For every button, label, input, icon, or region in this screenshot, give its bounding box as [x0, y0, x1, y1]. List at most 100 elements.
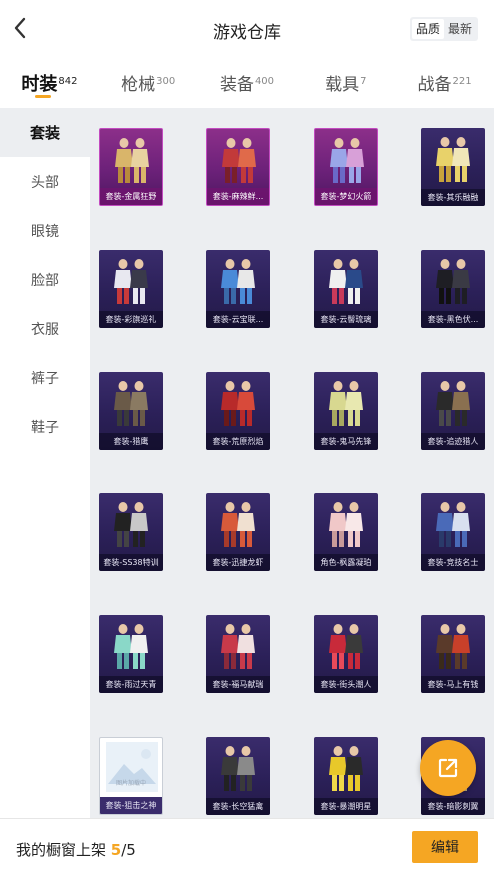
item-caption: 套装-金属狂野 [100, 188, 162, 205]
sort-quality-option[interactable]: 品质 [411, 19, 444, 39]
tab-label: 载具 [325, 75, 360, 95]
tab-label: 战备 [417, 75, 452, 95]
item-caption: 套装-猎鹰 [99, 433, 163, 450]
edit-button[interactable]: 编辑 [412, 831, 478, 863]
outfit-figure-icon [436, 381, 470, 426]
outfit-figure-icon [330, 138, 364, 183]
item-caption: 套装-福马献瑞 [206, 676, 270, 693]
tab-count: 400 [254, 75, 275, 87]
item-card[interactable]: 套装-街头潮人 [314, 615, 378, 693]
item-card[interactable]: 套装-彩旗巡礼 [99, 250, 163, 328]
outfit-figure-icon [436, 137, 470, 182]
tab-label: 枪械 [121, 75, 156, 95]
outfit-figure-icon [221, 381, 255, 426]
shelf-label: 我的橱窗上架 [16, 841, 107, 859]
tab-active-indicator [35, 95, 52, 98]
sidebar-item-shoes[interactable]: 鞋子 [0, 402, 90, 451]
item-caption: 套装-鬼马先锋 [314, 433, 378, 450]
item-caption: 套装-荒原烈焰 [206, 433, 270, 450]
share-external-icon [438, 758, 458, 778]
shelf-total-count: 5 [126, 841, 136, 859]
shelf-status: 我的橱窗上架 5/5 [16, 839, 136, 860]
item-card[interactable]: 套装-黑色伏... [421, 250, 485, 328]
item-caption: 套装-其乐融融 [421, 189, 485, 206]
outfit-figure-icon [436, 624, 470, 669]
item-caption: 套装-梦幻火箭 [315, 188, 377, 205]
placeholder-text: 图片加载中 [115, 780, 146, 787]
outfit-figure-icon [221, 624, 255, 669]
item-card[interactable]: 套装-鬼马先锋 [314, 372, 378, 450]
outfit-figure-icon [221, 259, 255, 304]
tab-supplies[interactable]: 战备221 [395, 62, 494, 106]
item-caption: 套装-云宝联... [206, 311, 270, 328]
share-button[interactable] [420, 740, 476, 796]
tab-label: 时装 [21, 74, 58, 95]
sidebar-item-glasses[interactable]: 眼镜 [0, 206, 90, 255]
outfit-figure-icon [114, 259, 148, 304]
tab-equipment[interactable]: 装备400 [198, 62, 297, 106]
outfit-figure-icon [436, 502, 470, 547]
sidebar-item-head[interactable]: 头部 [0, 157, 90, 206]
item-card[interactable]: 图片加载中 套装-狙击之神 [99, 737, 163, 815]
item-caption: 套装-彩旗巡礼 [99, 311, 163, 328]
sidebar: 套装 头部 眼镜 脸部 衣服 裤子 鞋子 [0, 108, 90, 818]
outfit-figure-icon [114, 624, 148, 669]
tab-count: 842 [58, 75, 78, 87]
outfit-figure-icon [221, 746, 255, 791]
item-card[interactable]: 套装-马上有钱 [421, 615, 485, 693]
item-caption: 套装-SS38特训 [99, 554, 163, 571]
item-card[interactable]: 套装-云髻琉璃 [314, 250, 378, 328]
outfit-figure-icon [221, 502, 255, 547]
bottom-bar: 我的橱窗上架 5/5 编辑 [0, 818, 494, 875]
item-card[interactable]: 套装-其乐融融 [421, 128, 485, 206]
item-caption: 套装-迅捷龙虾 [206, 554, 270, 571]
item-caption: 套装-追迹猎人 [421, 433, 485, 450]
category-tabs: 时装842 枪械300 装备400 载具7 战备221 [0, 62, 494, 106]
item-card[interactable]: 套装-金属狂野 [99, 128, 163, 206]
sidebar-item-clothes[interactable]: 衣服 [0, 304, 90, 353]
item-caption: 套装-雨过天青 [99, 676, 163, 693]
outfit-figure-icon [436, 259, 470, 304]
outfit-figure-icon [222, 138, 256, 183]
item-card[interactable]: 角色-枫露凝珀 [314, 493, 378, 571]
sort-newest-option[interactable]: 最新 [444, 19, 476, 39]
item-caption: 套装-街头潮人 [314, 676, 378, 693]
item-caption: 套装-马上有钱 [421, 676, 485, 693]
top-header: 游戏仓库 品质 最新 [0, 0, 494, 58]
item-card[interactable]: 套装-竞技名士 [421, 493, 485, 571]
outfit-figure-icon [114, 381, 148, 426]
item-card[interactable]: 套装-追迹猎人 [421, 372, 485, 450]
item-card[interactable]: 套装-荒原烈焰 [206, 372, 270, 450]
item-card[interactable]: 套装-暴潮明星 [314, 737, 378, 815]
sidebar-item-face[interactable]: 脸部 [0, 255, 90, 304]
item-caption: 套装-麻辣鲜... [207, 188, 269, 205]
tab-label: 装备 [219, 75, 254, 95]
tab-count: 300 [156, 75, 176, 87]
outfit-figure-icon [329, 746, 363, 791]
tab-count: 221 [452, 75, 472, 87]
tab-vehicles[interactable]: 载具7 [296, 62, 395, 106]
outfit-figure-icon [329, 624, 363, 669]
item-card[interactable]: 套装-麻辣鲜... [206, 128, 270, 206]
item-card[interactable]: 套装-云宝联... [206, 250, 270, 328]
item-caption: 套装-暗影刺翼 [421, 798, 485, 815]
outfit-figure-icon [329, 502, 363, 547]
item-card[interactable]: 套装-长空猛禽 [206, 737, 270, 815]
sidebar-item-suits[interactable]: 套装 [0, 108, 90, 157]
item-card[interactable]: 套装-猎鹰 [99, 372, 163, 450]
item-card[interactable]: 套装-雨过天青 [99, 615, 163, 693]
item-caption: 角色-枫露凝珀 [314, 554, 378, 571]
item-card[interactable]: 套装-SS38特训 [99, 493, 163, 571]
sidebar-item-pants[interactable]: 裤子 [0, 353, 90, 402]
tab-count: 7 [360, 75, 367, 87]
tab-guns[interactable]: 枪械300 [99, 62, 198, 106]
item-card[interactable]: 套装-福马献瑞 [206, 615, 270, 693]
item-grid: 套装-金属狂野 套装-麻辣鲜... 套装-梦幻火箭 套装-其乐融融 套装-彩旗巡礼 套装-… [90, 108, 494, 818]
item-card[interactable]: 套装-梦幻火箭 [314, 128, 378, 206]
outfit-figure-icon [329, 259, 363, 304]
tab-fashion[interactable]: 时装842 [0, 62, 99, 106]
item-caption: 套装-黑色伏... [421, 311, 485, 328]
item-card[interactable]: 套装-迅捷龙虾 [206, 493, 270, 571]
outfit-figure-icon [114, 502, 148, 547]
item-caption: 套装-暴潮明星 [314, 798, 378, 815]
